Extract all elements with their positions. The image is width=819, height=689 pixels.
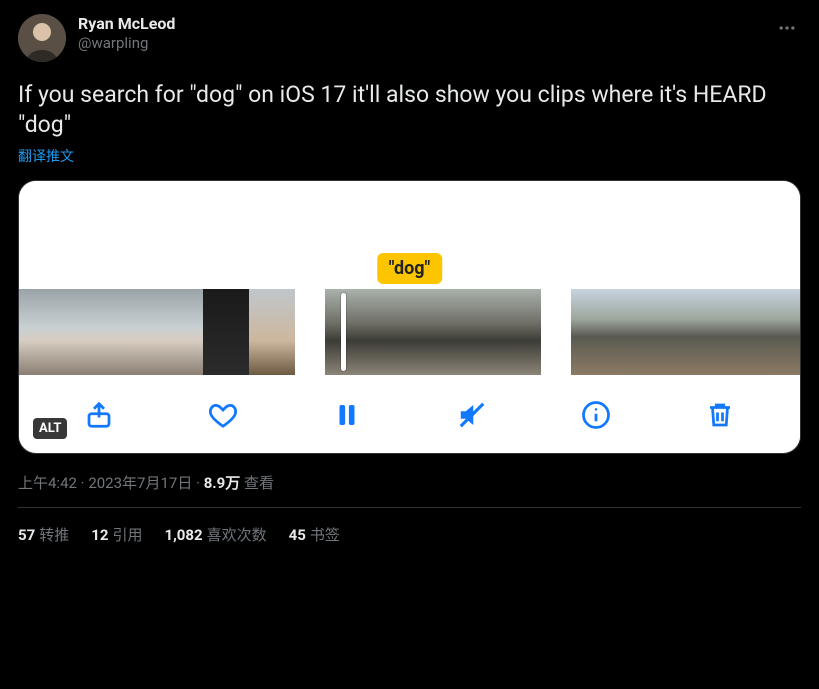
heart-icon[interactable] [205,397,241,433]
avatar[interactable] [18,14,66,62]
post-date[interactable]: 2023年7月17日 [88,474,192,492]
stats-row: 57转推 12引用 1,082喜欢次数 45书签 [18,508,801,559]
author-block: Ryan McLeod @warpling [78,14,773,53]
thumbnail[interactable] [157,289,203,375]
display-name[interactable]: Ryan McLeod [78,14,773,34]
alt-badge[interactable]: ALT [33,418,67,439]
quotes-stat[interactable]: 12引用 [91,524,142,545]
more-icon[interactable] [773,14,801,46]
playhead[interactable] [341,293,346,371]
clip-group-3[interactable] [571,289,800,375]
thumbnail[interactable] [379,289,433,375]
handle[interactable]: @warpling [78,34,773,53]
share-icon[interactable] [81,397,117,433]
thumbnail[interactable] [571,289,617,375]
tweet-text: If you search for "dog" on iOS 17 it'll … [18,80,801,140]
retweets-stat[interactable]: 57转推 [18,524,69,545]
clip-group-1[interactable] [19,289,295,375]
thumbnail[interactable] [663,289,709,375]
clip-group-2[interactable] [325,289,541,375]
thumbnail[interactable] [65,289,111,375]
trash-icon[interactable] [702,397,738,433]
thumbnail[interactable] [709,289,755,375]
translate-link[interactable]: 翻译推文 [18,146,74,166]
thumbnail[interactable] [755,289,800,375]
views-label: 查看 [240,474,274,492]
thumbnail[interactable] [203,289,249,375]
views-count[interactable]: 8.9万 [204,474,241,492]
likes-stat[interactable]: 1,082喜欢次数 [164,524,266,545]
pause-icon[interactable] [329,397,365,433]
media-toolbar [19,375,800,441]
meta-row: 上午4:42 · 2023年7月17日 · 8.9万 查看 [18,472,801,493]
thumbnail[interactable] [617,289,663,375]
thumbnail[interactable] [19,289,65,375]
thumbnail[interactable] [433,289,487,375]
thumbnail[interactable] [487,289,541,375]
post-time[interactable]: 上午4:42 [18,474,77,492]
thumbnail[interactable] [325,289,379,375]
media-card: "dog" [18,180,801,454]
mute-icon[interactable] [454,397,490,433]
tweet-container: Ryan McLeod @warpling If you search for … [0,0,819,559]
thumbnail[interactable] [249,289,295,375]
info-icon[interactable] [578,397,614,433]
caption-bubble: "dog" [377,253,443,284]
video-timeline[interactable] [19,289,800,375]
thumbnail[interactable] [111,289,157,375]
tweet-header: Ryan McLeod @warpling [18,14,801,62]
bookmarks-stat[interactable]: 45书签 [289,524,340,545]
